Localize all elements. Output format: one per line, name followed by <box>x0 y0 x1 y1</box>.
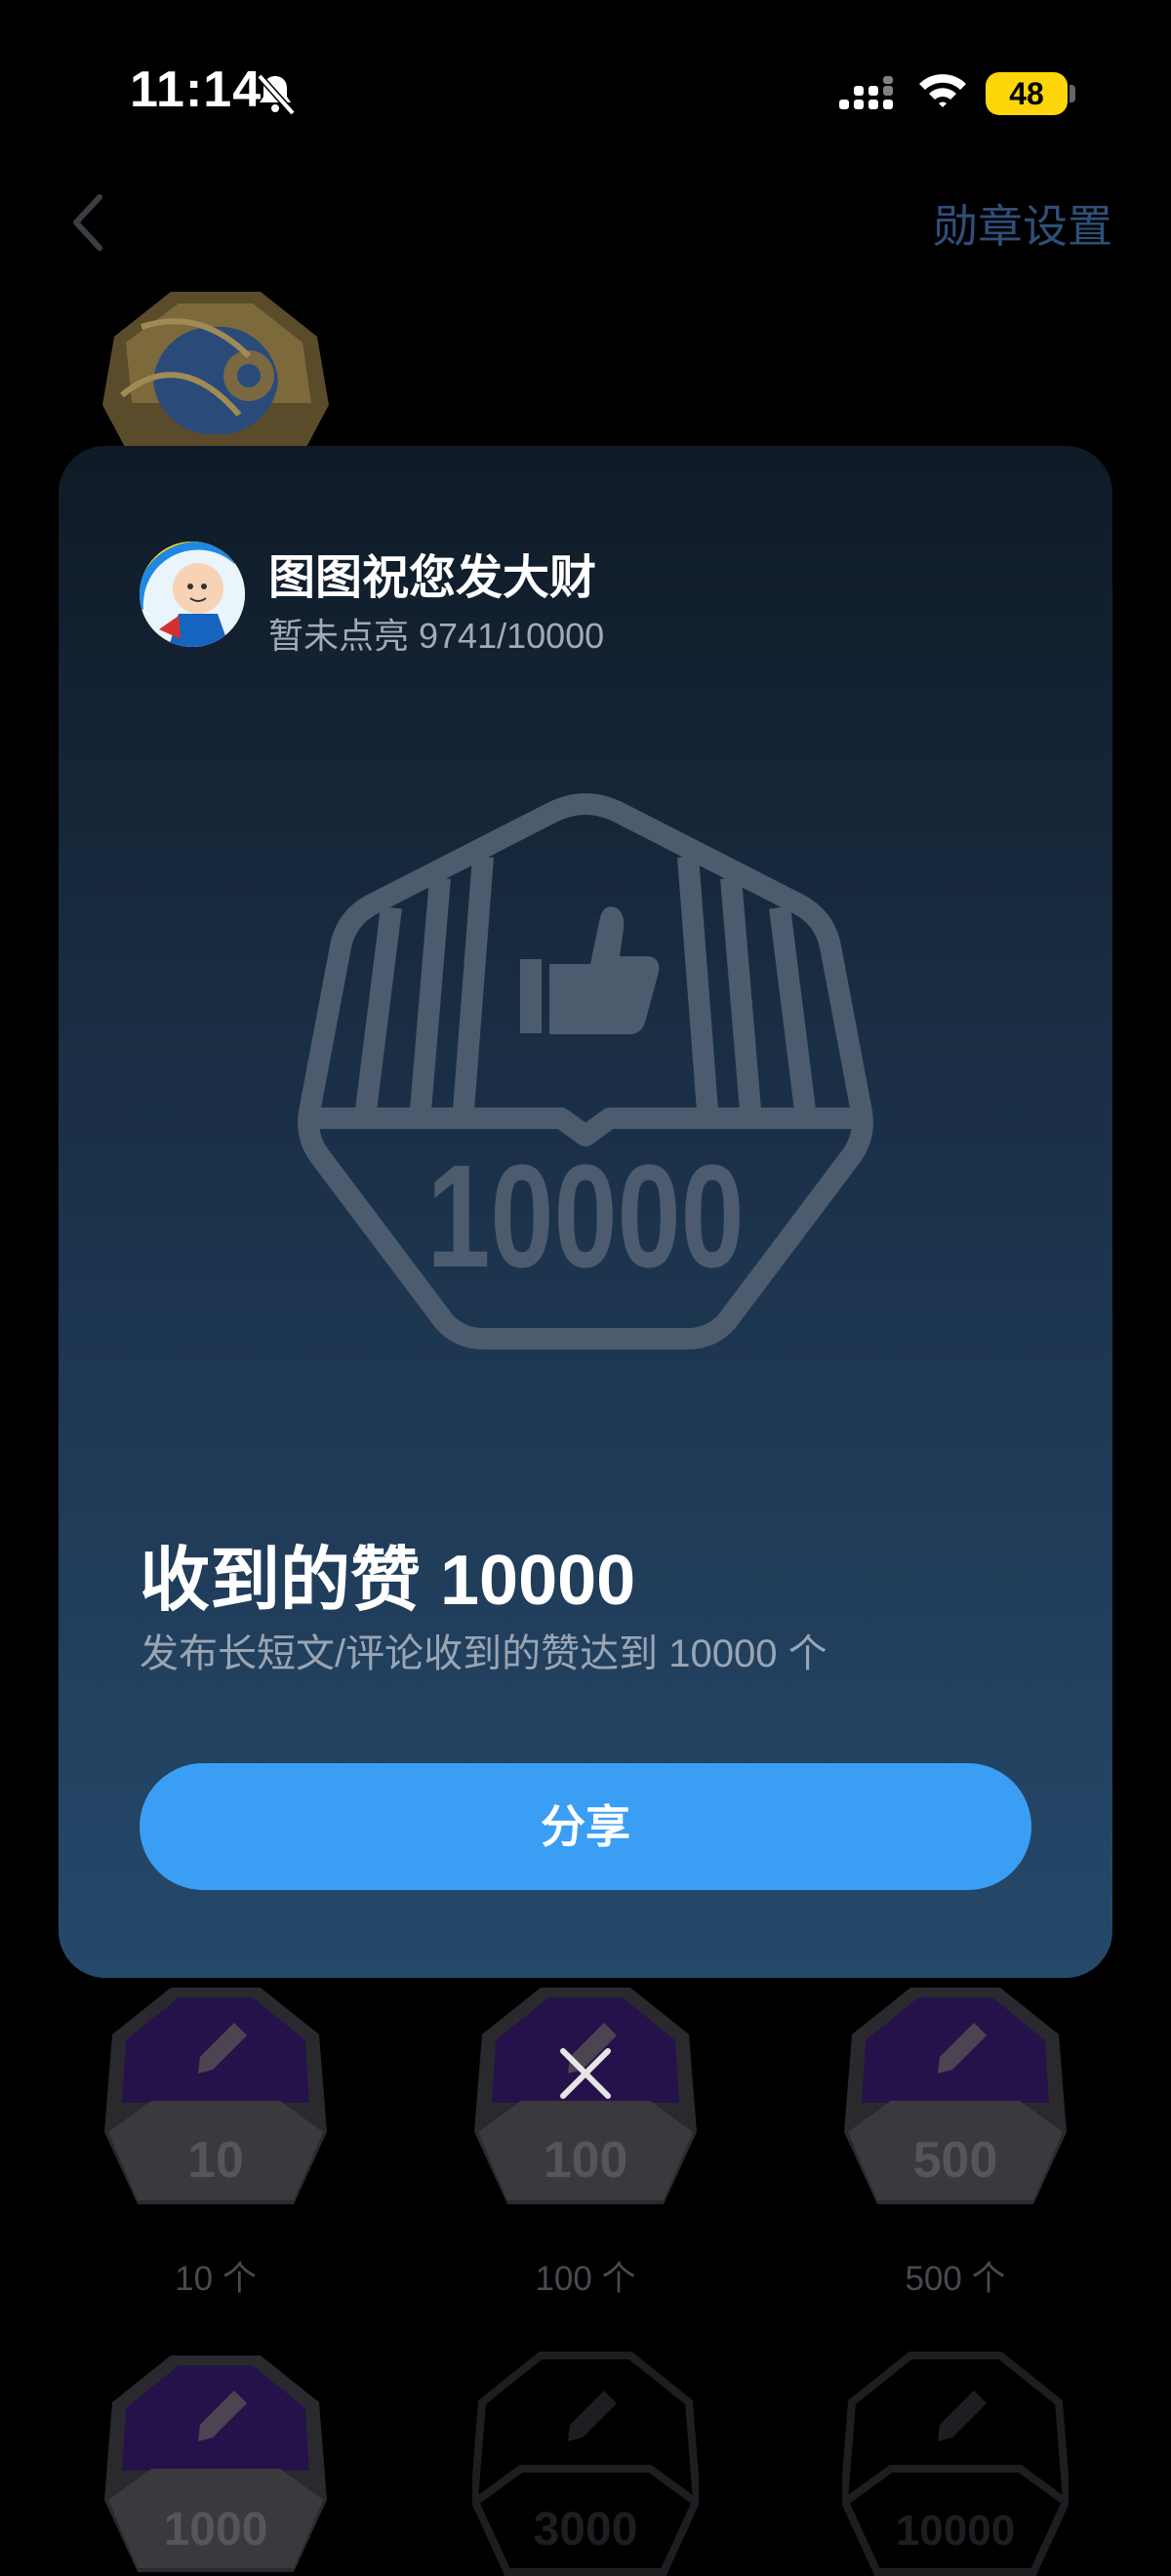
badge-title: 收到的赞 10000 <box>140 1542 636 1620</box>
eye-medal-icon <box>102 292 329 463</box>
bell-slash-icon <box>257 73 296 116</box>
user-name: 图图祝您发大财 <box>268 552 597 604</box>
status-time: 11:14 <box>130 61 262 118</box>
close-icon[interactable] <box>551 2039 620 2108</box>
medal-settings-button[interactable]: 勋章设置 <box>933 191 1112 256</box>
thumbs-up-badge-icon: 10000 <box>298 793 873 1349</box>
medal-caption-500: 500 个 <box>905 2260 1006 2298</box>
wifi-icon <box>919 74 966 107</box>
medal-1000[interactable]: 1000 <box>102 2352 329 2576</box>
battery-cap <box>1070 85 1075 102</box>
battery-level: 48 <box>1009 76 1044 111</box>
medal-10000[interactable]: 10000 <box>842 2352 1069 2576</box>
chevron-left-icon[interactable] <box>59 185 121 260</box>
cellular-signal-icon <box>839 76 893 109</box>
medal-number: 1000 <box>164 2504 268 2556</box>
medal-10[interactable]: 10 <box>102 1984 329 2208</box>
avatar[interactable] <box>140 542 245 647</box>
avatar-image <box>140 542 245 647</box>
status-bar: 11:14 48 <box>0 0 1171 185</box>
medal-3000[interactable]: 3000 <box>472 2352 699 2576</box>
badge-progress: 暂未点亮 9741/10000 <box>268 616 605 656</box>
medal-500[interactable]: 500 <box>842 1984 1069 2208</box>
medal-number: 500 <box>913 2132 998 2189</box>
medal-caption-100: 100 个 <box>535 2260 636 2298</box>
medal-number: 10 <box>187 2132 244 2189</box>
medal-number: 3000 <box>534 2504 638 2556</box>
badge-number: 10000 <box>426 1134 744 1298</box>
share-button[interactable]: 分享 <box>140 1763 1031 1890</box>
medal-number: 10000 <box>896 2507 1015 2555</box>
badge-description: 发布长短文/评论收到的赞达到 10000 个 <box>140 1632 828 1675</box>
medal-caption-10: 10 个 <box>175 2260 257 2298</box>
medal-number: 100 <box>544 2132 628 2189</box>
